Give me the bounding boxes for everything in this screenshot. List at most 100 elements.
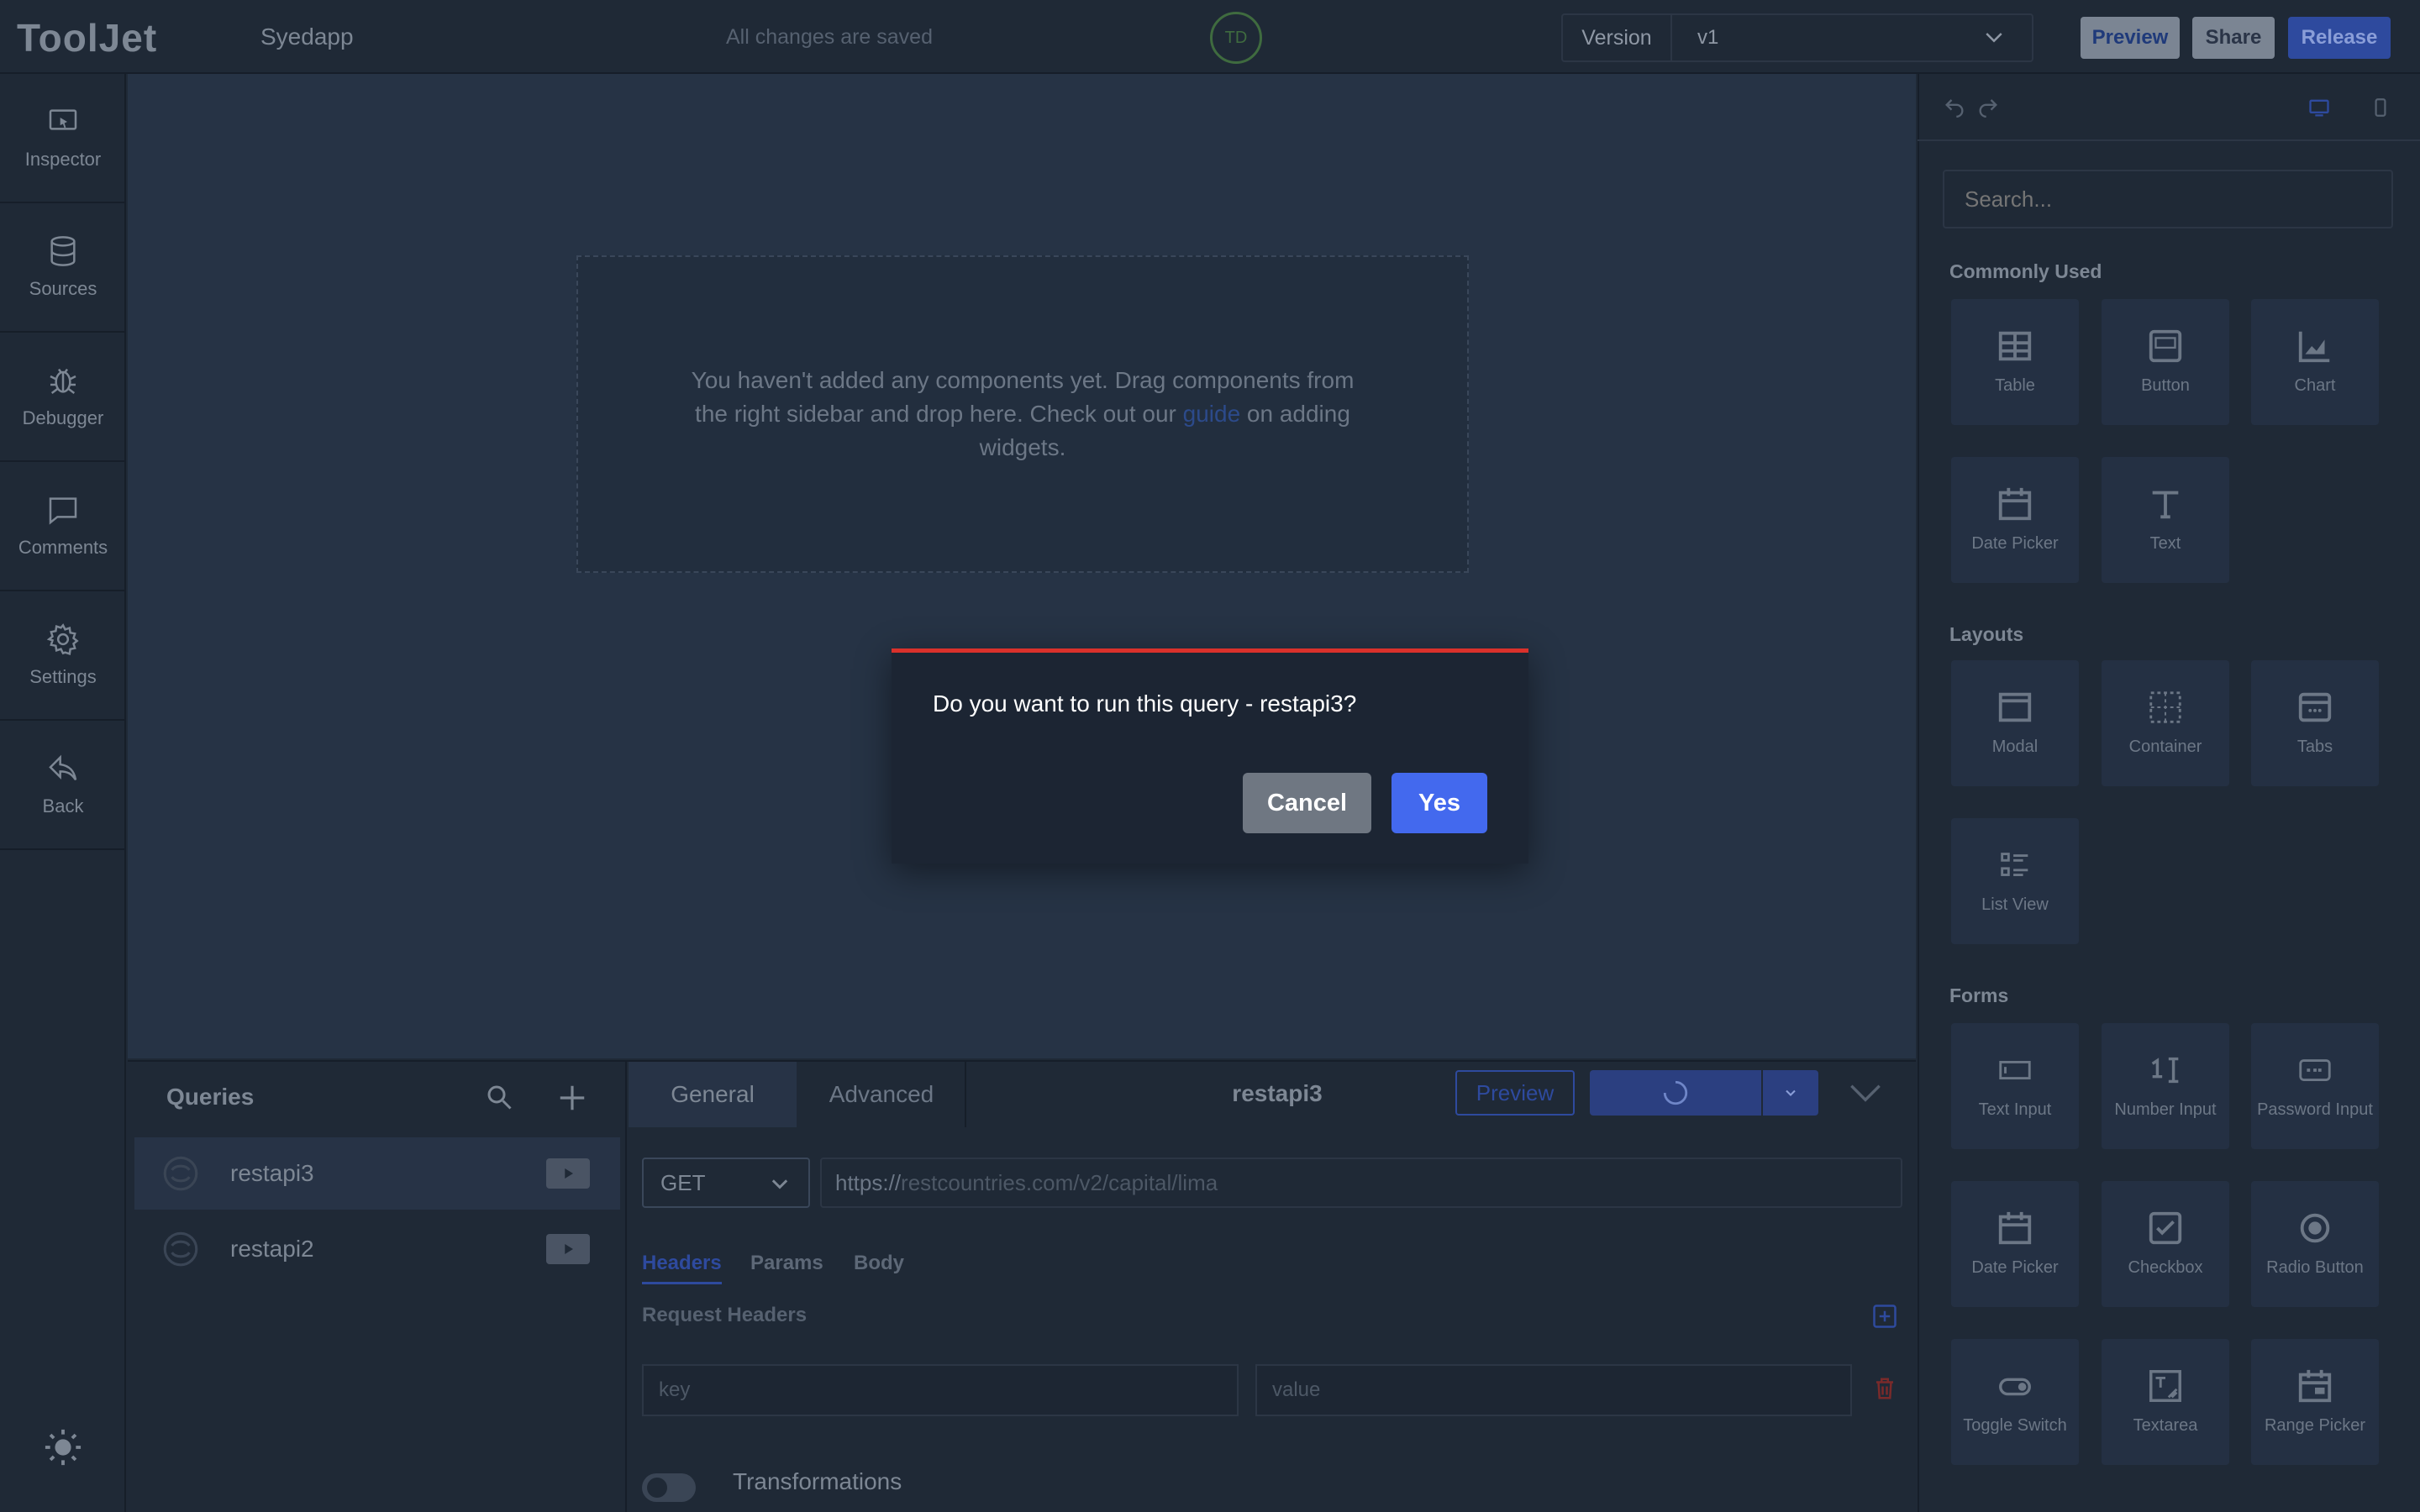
header-value-input[interactable]: value — [1255, 1364, 1852, 1416]
query-run-button[interactable] — [1590, 1070, 1761, 1116]
tab-general[interactable]: General — [629, 1062, 797, 1127]
play-icon — [565, 1168, 573, 1179]
queries-title: Queries — [166, 1084, 255, 1110]
header-key-input[interactable]: key — [642, 1364, 1239, 1416]
calendar-icon — [1998, 487, 2032, 521]
avatar[interactable]: TD — [1210, 12, 1262, 64]
loading-spinner-icon — [1663, 1080, 1688, 1105]
toggle-icon — [1999, 1378, 2031, 1396]
subtab-body[interactable]: Body — [854, 1252, 904, 1275]
query-name-title[interactable]: restapi3 — [1176, 1080, 1378, 1107]
query-item-restapi3[interactable]: restapi3 — [134, 1137, 620, 1210]
sidebar-item-inspector[interactable]: Inspector — [0, 74, 126, 203]
text-input-icon — [1999, 1060, 2031, 1080]
chevron-down-icon — [771, 1179, 788, 1189]
widget-card-button[interactable]: Button — [2102, 299, 2229, 425]
widget-card-modal[interactable]: Modal — [1951, 660, 2079, 786]
transformations-label: Transformations — [733, 1468, 902, 1494]
widget-card-toggle-switch[interactable]: Toggle Switch — [1951, 1339, 2079, 1465]
sidebar-item-settings[interactable]: Settings — [0, 591, 126, 721]
modal-message: Do you want to run this query - restapi3… — [933, 690, 1357, 717]
widget-search-input[interactable] — [1943, 170, 2393, 228]
add-query-icon[interactable] — [556, 1082, 588, 1114]
app-name[interactable]: Syedapp — [260, 24, 354, 50]
subtab-params[interactable]: Params — [750, 1252, 823, 1275]
mobile-view-icon[interactable] — [2370, 96, 2391, 119]
sidebar-item-debugger[interactable]: Debugger — [0, 333, 126, 462]
redo-icon[interactable] — [1976, 94, 2000, 118]
gear-icon — [46, 623, 79, 655]
search-icon[interactable] — [484, 1082, 514, 1112]
toggle-knob — [647, 1478, 667, 1498]
query-item-restapi2[interactable]: restapi2 — [134, 1213, 620, 1285]
http-method-select[interactable]: GET — [642, 1158, 810, 1208]
widget-card-number-input[interactable]: Number Input — [2102, 1023, 2229, 1149]
cancel-button[interactable]: Cancel — [1243, 773, 1371, 833]
radio-icon — [2300, 1213, 2330, 1243]
bug-icon — [50, 368, 76, 394]
tooljet-logo[interactable]: ToolJet — [17, 15, 157, 60]
widget-card-text[interactable]: Text — [2102, 457, 2229, 583]
text-icon — [2152, 491, 2179, 519]
widget-card-password-input[interactable]: Password Input — [2251, 1023, 2379, 1149]
widget-card-textarea[interactable]: Textarea — [2102, 1339, 2229, 1465]
version-selector[interactable]: Version v1 — [1561, 13, 2033, 62]
empty-canvas-dropzone[interactable]: You haven't added any components yet. Dr… — [576, 255, 1469, 573]
modal-icon — [1998, 692, 2032, 722]
widget-card-list-view[interactable]: List View — [1951, 818, 2079, 944]
collapse-panel-chevron-icon[interactable] — [1849, 1080, 1882, 1105]
widget-card-tabs[interactable]: Tabs — [2251, 660, 2379, 786]
guide-link[interactable]: guide — [1183, 401, 1241, 427]
section-title-commonly-used: Commonly Used — [1949, 260, 2102, 282]
run-query-button[interactable] — [546, 1234, 590, 1264]
widget-card-range-picker[interactable]: Range Picker — [2251, 1339, 2379, 1465]
subtab-headers[interactable]: Headers — [642, 1252, 722, 1284]
share-button[interactable]: Share — [2192, 17, 2275, 59]
theme-toggle-sun-icon[interactable] — [44, 1428, 82, 1467]
widget-card-radio-button[interactable]: Radio Button — [2251, 1181, 2379, 1307]
desktop-view-icon[interactable] — [2307, 96, 2331, 119]
sidebar-item-label: Settings — [29, 666, 97, 687]
save-status: All changes are saved — [726, 25, 933, 49]
inspector-icon — [49, 109, 77, 130]
url-input[interactable]: https://restcountries.com/v2/capital/lim… — [820, 1158, 1902, 1208]
preview-button[interactable]: Preview — [2081, 17, 2180, 59]
widget-card-date-picker[interactable]: Date Picker — [1951, 457, 2079, 583]
sidebar-item-sources[interactable]: Sources — [0, 203, 126, 333]
play-icon — [565, 1244, 573, 1254]
database-icon — [50, 236, 76, 266]
trash-icon[interactable] — [1872, 1374, 1897, 1403]
widget-card-container[interactable]: Container — [2102, 660, 2229, 786]
button-icon — [2149, 329, 2182, 363]
widget-card-form-date-picker[interactable]: Date Picker — [1951, 1181, 2079, 1307]
sidebar-item-back[interactable]: Back — [0, 721, 126, 850]
widget-card-table[interactable]: Table — [1951, 299, 2079, 425]
widget-card-text-input[interactable]: Text Input — [1951, 1023, 2079, 1149]
undo-icon[interactable] — [1943, 94, 1966, 118]
number-input-icon — [2151, 1057, 2179, 1084]
sidebar-item-label: Back — [42, 795, 84, 816]
widget-card-chart[interactable]: Chart — [2251, 299, 2379, 425]
query-run-dropdown[interactable] — [1763, 1070, 1818, 1116]
password-input-icon — [2299, 1059, 2331, 1081]
transformations-toggle[interactable] — [642, 1473, 696, 1502]
widget-card-checkbox[interactable]: Checkbox — [2102, 1181, 2229, 1307]
table-icon — [1998, 331, 2032, 361]
empty-canvas-message: You haven't added any components yet. Dr… — [691, 367, 1355, 460]
run-query-button[interactable] — [546, 1158, 590, 1189]
version-label: Version — [1563, 15, 1672, 60]
sidebar-item-comments[interactable]: Comments — [0, 462, 126, 591]
version-dropdown[interactable]: v1 — [1672, 15, 2032, 60]
restapi-icon — [163, 1231, 198, 1267]
release-button[interactable]: Release — [2288, 17, 2391, 59]
chevron-down-icon — [1786, 1089, 1796, 1096]
request-headers-label: Request Headers — [642, 1304, 808, 1326]
query-preview-button[interactable]: Preview — [1455, 1070, 1575, 1116]
textarea-icon — [2149, 1370, 2181, 1402]
add-header-icon[interactable] — [1872, 1304, 1897, 1329]
section-title-forms: Forms — [1949, 984, 2009, 1006]
tab-advanced[interactable]: Advanced — [798, 1062, 966, 1127]
range-calendar-icon — [2298, 1369, 2332, 1403]
yes-button[interactable]: Yes — [1392, 773, 1487, 833]
chart-icon — [2298, 331, 2330, 363]
